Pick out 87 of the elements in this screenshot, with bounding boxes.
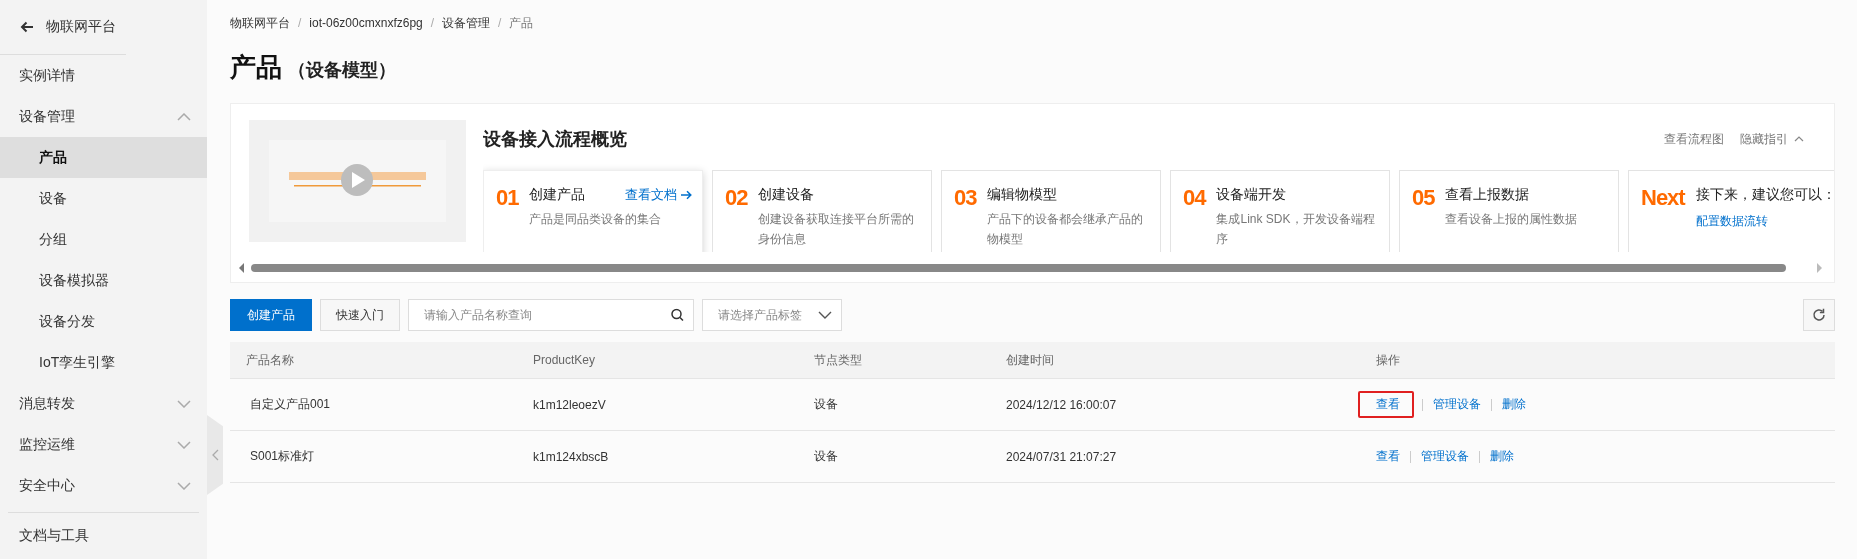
column-header: 操作	[1376, 351, 1401, 369]
menu-item[interactable]: 设备模拟器	[0, 260, 207, 301]
breadcrumb-separator: /	[298, 16, 302, 30]
breadcrumb-separator: /	[498, 16, 502, 30]
docs-link[interactable]: 查看文档	[625, 186, 692, 204]
menu-group[interactable]: 监控运维	[0, 424, 207, 465]
action-link[interactable]: 查看	[1358, 391, 1414, 418]
step-description: 产品是同品类设备的集合	[529, 211, 663, 228]
menu-item[interactable]: 文档与工具	[0, 515, 207, 556]
menu-group[interactable]: 消息转发	[0, 383, 207, 424]
step-description: 产品下的设备都会继承产品的物模型	[987, 211, 1145, 248]
chevron-left-icon	[211, 449, 219, 461]
flowchart-link[interactable]: 查看流程图	[1664, 130, 1724, 148]
back-link[interactable]: 物联网平台	[0, 0, 126, 55]
chevron-down-icon	[177, 481, 191, 490]
quick-start-button[interactable]: 快速入门	[320, 299, 400, 331]
create-product-button[interactable]: 创建产品	[230, 299, 312, 331]
menu-item[interactable]: 设备	[0, 178, 207, 219]
table-cell-text: k1m124xbscB	[532, 449, 610, 464]
refresh-button[interactable]	[1803, 299, 1835, 331]
table-cell-text: S001标准灯	[249, 448, 316, 465]
column-header: 创建时间	[1006, 351, 1055, 369]
refresh-icon	[1812, 308, 1826, 322]
page-title: 产品	[230, 51, 282, 84]
action-link[interactable]: 删除	[1488, 445, 1516, 468]
chevron-up-icon	[177, 112, 191, 121]
menu-group[interactable]: 设备管理	[0, 96, 207, 137]
step-number: 04	[1183, 184, 1206, 212]
step-number: 05	[1412, 184, 1435, 212]
table-cell-text: 2024/12/12 16:00:07	[1006, 397, 1118, 412]
horizontal-scrollbar[interactable]	[239, 261, 1822, 275]
page-subtitle: （设备模型）	[288, 59, 396, 82]
step-number: Next	[1641, 184, 1685, 212]
step-card[interactable]: 01 创建产品 查看文档 产品是同品类设备的集合	[483, 170, 703, 252]
table-cell-text: 自定义产品001	[249, 396, 332, 413]
step-number: 02	[725, 184, 748, 212]
menu-item[interactable]: 产品	[0, 137, 207, 178]
menu-item[interactable]: 设备分发	[0, 301, 207, 342]
breadcrumb-link[interactable]: 物联网平台	[230, 14, 290, 32]
back-arrow-icon	[20, 21, 34, 33]
table-cell-text: 设备	[814, 448, 839, 465]
table-cell-text: 2024/07/31 21:07:27	[1006, 449, 1118, 464]
step-description: 查看设备上报的属性数据	[1445, 211, 1579, 228]
step-card[interactable]: 02 创建设备 创建设备获取连接平台所需的身份信息	[712, 170, 932, 252]
table-cell-text: 设备	[814, 396, 839, 413]
scroll-left-icon[interactable]	[239, 263, 245, 273]
breadcrumb-separator: /	[430, 16, 435, 30]
arrow-right-icon	[681, 190, 692, 200]
breadcrumb-link[interactable]: iot-06z00cmxnxfz6pg	[309, 16, 423, 30]
menu-item[interactable]: 分组	[0, 219, 207, 260]
action-link[interactable]: 管理设备	[1431, 393, 1483, 416]
step-card[interactable]: 03 编辑物模型 产品下的设备都会继承产品的物模型	[941, 170, 1161, 252]
next-step-link[interactable]: 配置数据流转	[1695, 213, 1768, 230]
step-description: 创建设备获取连接平台所需的身份信息	[758, 211, 916, 248]
step-title: 创建设备	[758, 186, 815, 204]
chevron-up-icon	[1794, 136, 1804, 142]
menu-group[interactable]: 安全中心	[0, 465, 207, 506]
table-cell-text: k1m12leoezV	[532, 397, 607, 412]
action-link[interactable]: 查看	[1374, 445, 1402, 468]
chevron-down-icon	[818, 311, 832, 319]
step-title: 查看上报数据	[1445, 186, 1530, 204]
step-card[interactable]: 04 设备端开发 集成Link SDK，开发设备端程序	[1170, 170, 1390, 252]
menu-item[interactable]: 实例详情	[0, 55, 207, 96]
step-number: 01	[496, 184, 519, 212]
step-title: 编辑物模型	[987, 186, 1058, 204]
column-header: 产品名称	[245, 351, 295, 369]
action-link[interactable]: 管理设备	[1419, 445, 1471, 468]
search-field[interactable]: 请输入产品名称查询	[408, 299, 694, 331]
step-card[interactable]: 05 查看上报数据 查看设备上报的属性数据	[1399, 170, 1619, 252]
hide-guide-link[interactable]: 隐藏指引	[1740, 130, 1804, 148]
chevron-down-icon	[177, 440, 191, 449]
search-icon	[671, 308, 684, 322]
step-number: 03	[954, 184, 977, 212]
action-link[interactable]: 删除	[1500, 393, 1528, 416]
breadcrumb-link[interactable]: 设备管理	[442, 14, 491, 32]
column-header: ProductKey	[532, 353, 597, 367]
column-header: 节点类型	[814, 351, 863, 369]
chevron-down-icon	[177, 399, 191, 408]
guide-title: 设备接入流程概览	[483, 128, 627, 151]
step-description: 集成Link SDK，开发设备端程序	[1216, 211, 1376, 248]
tag-select[interactable]: 请选择产品标签	[702, 299, 842, 331]
scroll-right-icon[interactable]	[1816, 263, 1822, 273]
step-card[interactable]: Next 接下来，建议您可以： 配置数据流转	[1628, 170, 1834, 252]
menu-item[interactable]: IoT孪生引擎	[0, 342, 207, 383]
step-title: 设备端开发	[1216, 186, 1287, 204]
step-title: 创建产品	[529, 186, 586, 204]
step-title: 接下来，建议您可以：	[1695, 186, 1834, 204]
